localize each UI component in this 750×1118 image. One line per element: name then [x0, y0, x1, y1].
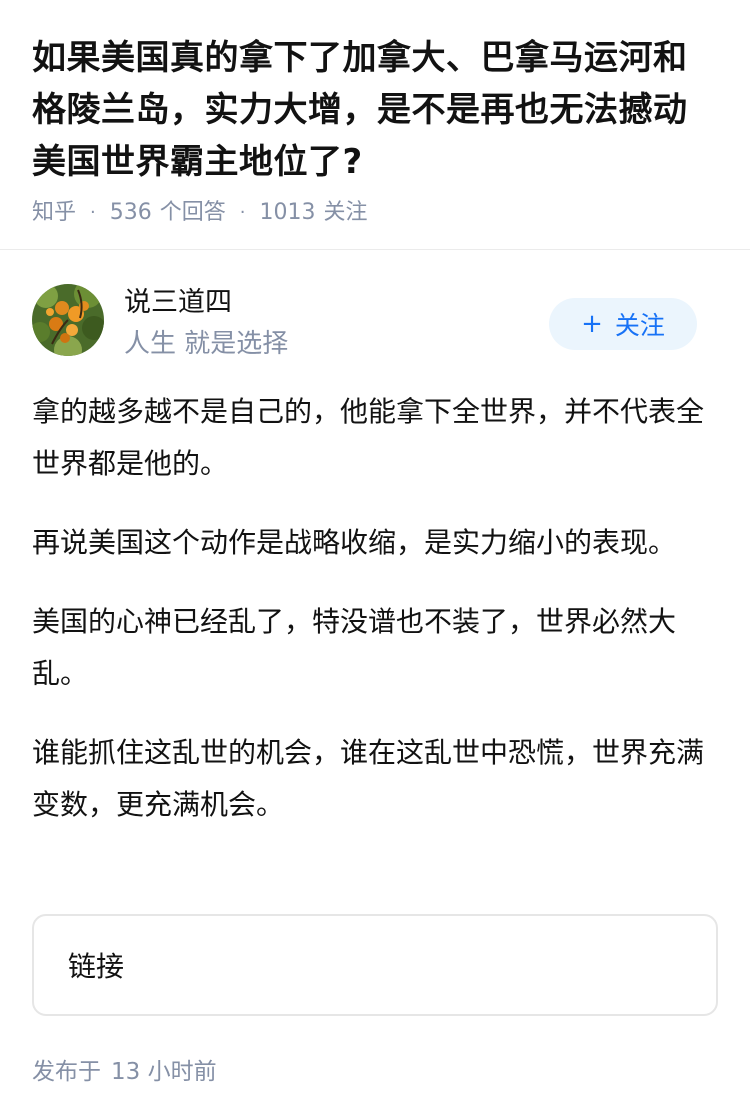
published-time: 发布于 13 小时前	[32, 1052, 217, 1086]
published-prefix: 发布于	[32, 1059, 101, 1085]
meta-separator: ·	[239, 202, 246, 223]
answer-content: 拿的越多越不是自己的，他能拿下全世界，并不代表全世界都是他的。 再说美国这个动作…	[32, 386, 718, 858]
source-label[interactable]: 知乎	[32, 198, 76, 228]
meta-separator: ·	[90, 202, 96, 223]
author-bio: 人生 就是选择	[124, 329, 289, 359]
avatar-fruit-tree-icon	[32, 284, 104, 356]
published-time-value: 13 小时前	[111, 1059, 217, 1085]
question-header: 如果美国真的拿下了加拿大、巴拿马运河和格陵兰岛，实力大增，是不是再也无法撼动美国…	[0, 0, 750, 250]
answer-count-label[interactable]: 个回答	[160, 198, 226, 228]
answer-count: 536	[109, 200, 152, 225]
follow-count-label[interactable]: 关注	[324, 198, 368, 228]
follow-button[interactable]: + 关注	[549, 298, 697, 350]
follow-count: 1013	[259, 200, 316, 225]
avatar[interactable]	[32, 284, 104, 356]
link-card[interactable]: 链接	[32, 914, 718, 1016]
answer-paragraph: 拿的越多越不是自己的，他能拿下全世界，并不代表全世界都是他的。	[32, 395, 705, 480]
plus-icon: +	[581, 309, 603, 339]
follow-button-label: 关注	[614, 311, 665, 340]
question-title[interactable]: 如果美国真的拿下了加拿大、巴拿马运河和格陵兰岛，实力大增，是不是再也无法撼动美国…	[32, 32, 718, 188]
author-name[interactable]: 说三道四	[124, 284, 232, 322]
answer-paragraph: 谁能抓住这乱世的机会，谁在这乱世中恐慌，世界充满变数，更充满机会。	[32, 736, 705, 821]
question-meta: 知乎 · 536 个回答 · 1013 关注	[32, 198, 718, 228]
answer-paragraph: 再说美国这个动作是战略收缩，是实力缩小的表现。	[32, 526, 677, 559]
answer-paragraph: 美国的心神已经乱了，特没谱也不装了，世界必然大乱。	[32, 605, 677, 690]
link-card-label: 链接	[68, 950, 125, 983]
